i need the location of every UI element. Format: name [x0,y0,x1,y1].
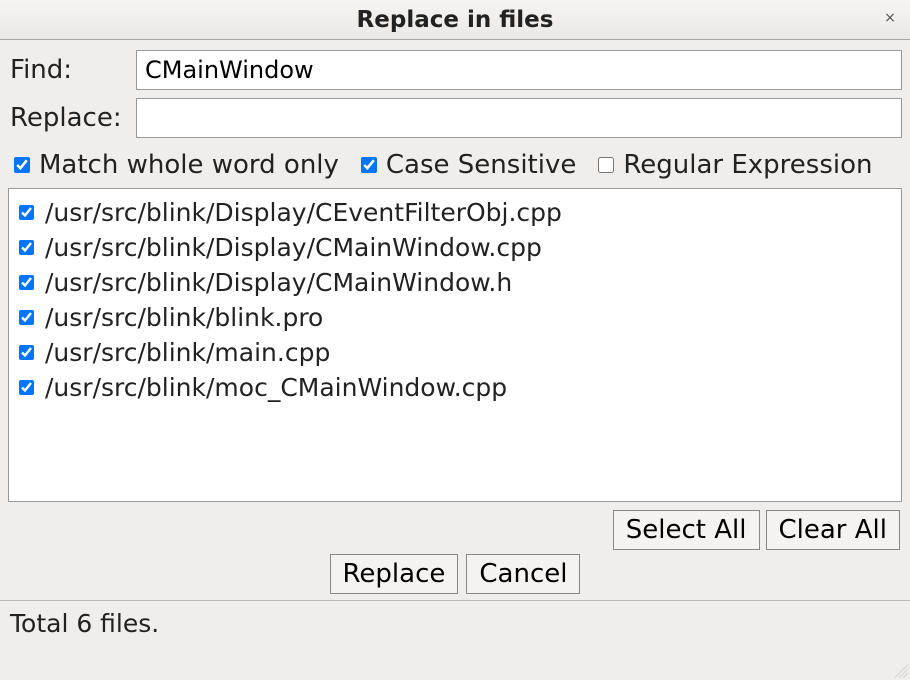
file-checkbox[interactable] [19,240,34,255]
file-list-item[interactable]: /usr/src/blink/moc_CMainWindow.cpp [15,370,895,405]
file-checkbox[interactable] [19,345,34,360]
regex-checkbox[interactable] [598,157,614,173]
selection-buttons: Select All Clear All [8,502,902,554]
file-checkbox[interactable] [19,205,34,220]
cancel-button[interactable]: Cancel [466,554,580,594]
find-input[interactable] [136,50,902,90]
file-path: /usr/src/blink/Display/CEventFilterObj.c… [45,195,562,230]
replace-input[interactable] [136,98,902,138]
replace-button[interactable]: Replace [330,554,459,594]
file-list-item[interactable]: /usr/src/blink/Display/CMainWindow.cpp [15,230,895,265]
action-buttons: Replace Cancel [8,554,902,600]
option-regex[interactable]: Regular Expression [594,150,872,180]
file-checkbox[interactable] [19,380,34,395]
option-case-sensitive[interactable]: Case Sensitive [357,150,576,180]
file-list-item[interactable]: /usr/src/blink/main.cpp [15,335,895,370]
close-icon[interactable]: × [880,8,900,28]
window-title: Replace in files [357,7,554,33]
whole-word-label: Match whole word only [39,150,339,180]
file-path: /usr/src/blink/Display/CMainWindow.h [45,265,512,300]
file-path: /usr/src/blink/blink.pro [45,300,323,335]
file-list-item[interactable]: /usr/src/blink/Display/CMainWindow.h [15,265,895,300]
file-path: /usr/src/blink/moc_CMainWindow.cpp [45,370,507,405]
select-all-button[interactable]: Select All [613,510,760,550]
regex-label: Regular Expression [623,150,872,180]
file-list[interactable]: /usr/src/blink/Display/CEventFilterObj.c… [8,188,902,502]
replace-row: Replace: [8,98,902,138]
find-row: Find: [8,50,902,90]
file-list-item[interactable]: /usr/src/blink/blink.pro [15,300,895,335]
replace-label: Replace: [8,103,136,133]
clear-all-button[interactable]: Clear All [766,510,901,550]
resize-grip-icon[interactable] [894,664,908,678]
file-path: /usr/src/blink/Display/CMainWindow.cpp [45,230,542,265]
options-row: Match whole word only Case Sensitive Reg… [8,146,902,188]
status-text: Total 6 files. [10,609,159,638]
titlebar: Replace in files × [0,0,910,40]
find-label: Find: [8,55,136,85]
file-checkbox[interactable] [19,310,34,325]
file-list-item[interactable]: /usr/src/blink/Display/CEventFilterObj.c… [15,195,895,230]
file-checkbox[interactable] [19,275,34,290]
option-whole-word[interactable]: Match whole word only [10,150,339,180]
file-path: /usr/src/blink/main.cpp [45,335,330,370]
case-sensitive-checkbox[interactable] [361,157,377,173]
case-sensitive-label: Case Sensitive [386,150,576,180]
status-bar: Total 6 files. [0,600,910,646]
dialog-content: Find: Replace: Match whole word only Cas… [0,40,910,600]
whole-word-checkbox[interactable] [14,157,30,173]
